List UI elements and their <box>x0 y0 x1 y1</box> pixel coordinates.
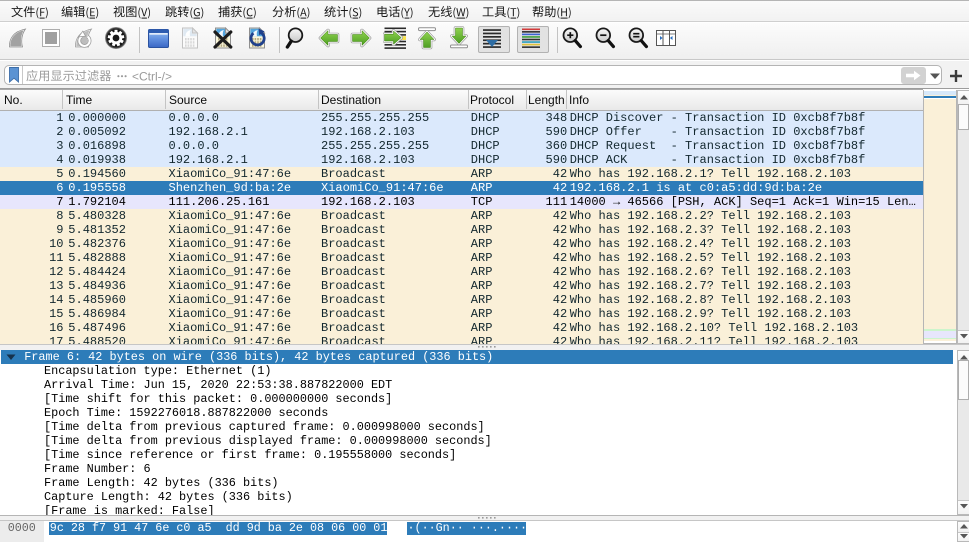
svg-text:<Ctrl-/>: <Ctrl-/> <box>132 70 172 84</box>
